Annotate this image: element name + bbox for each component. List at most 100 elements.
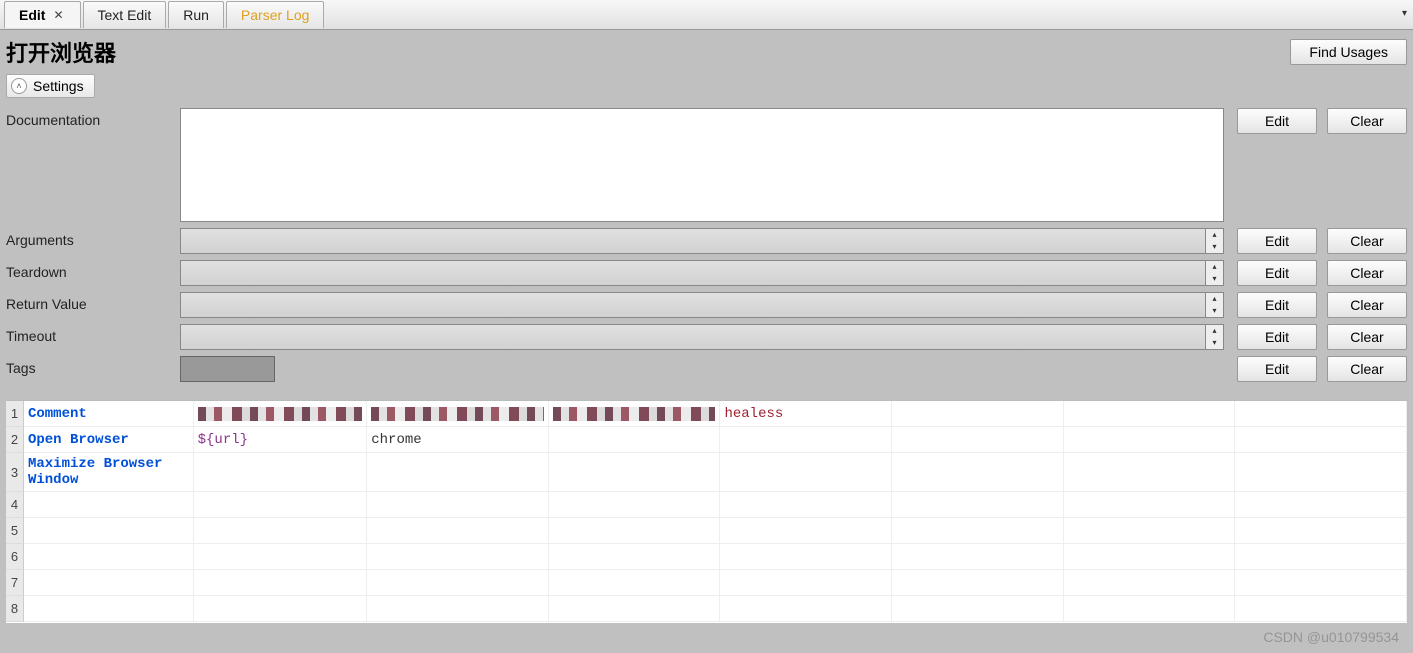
chevron-up-icon[interactable]: ▴ xyxy=(1206,325,1223,337)
grid-cell[interactable] xyxy=(367,518,549,544)
grid-cell[interactable] xyxy=(367,492,549,518)
timeout-edit-button[interactable]: Edit xyxy=(1237,324,1317,350)
grid-cell[interactable] xyxy=(194,596,368,622)
return-value-edit-button[interactable]: Edit xyxy=(1237,292,1317,318)
grid-cell[interactable] xyxy=(1235,544,1407,570)
grid-cell[interactable] xyxy=(549,492,721,518)
table-row[interactable]: 6 xyxy=(6,544,1407,570)
chevron-down-icon[interactable]: ▾ xyxy=(1206,337,1223,349)
teardown-spinner[interactable]: ▴▾ xyxy=(1206,260,1224,286)
settings-toggle[interactable]: ˄ Settings xyxy=(6,74,95,98)
documentation-input[interactable] xyxy=(180,108,1224,222)
teardown-clear-button[interactable]: Clear xyxy=(1327,260,1407,286)
grid-cell[interactable] xyxy=(194,570,368,596)
grid-cell[interactable] xyxy=(892,596,1064,622)
keyword-cell[interactable]: Comment xyxy=(24,401,194,427)
grid-cell[interactable] xyxy=(367,544,549,570)
grid-cell[interactable] xyxy=(720,518,892,544)
find-usages-button[interactable]: Find Usages xyxy=(1290,39,1407,65)
grid-cell[interactable] xyxy=(549,518,721,544)
arguments-clear-button[interactable]: Clear xyxy=(1327,228,1407,254)
timeout-spinner[interactable]: ▴▾ xyxy=(1206,324,1224,350)
grid-cell[interactable] xyxy=(549,401,721,427)
grid-cell[interactable] xyxy=(1064,596,1236,622)
table-row[interactable]: 2Open Browser${url}chrome xyxy=(6,427,1407,453)
table-row[interactable]: 7 xyxy=(6,570,1407,596)
teardown-edit-button[interactable]: Edit xyxy=(1237,260,1317,286)
chevron-down-icon[interactable]: ▾ xyxy=(1206,241,1223,253)
grid-cell[interactable] xyxy=(367,596,549,622)
grid-cell[interactable] xyxy=(720,453,892,492)
grid-cell[interactable] xyxy=(367,401,549,427)
grid-cell[interactable] xyxy=(1235,518,1407,544)
table-row[interactable]: 1Commenthealess xyxy=(6,401,1407,427)
grid-cell[interactable] xyxy=(892,427,1064,453)
grid-cell[interactable] xyxy=(549,453,721,492)
grid-cell[interactable] xyxy=(892,401,1064,427)
keyword-cell[interactable] xyxy=(24,492,194,518)
table-row[interactable]: 5 xyxy=(6,518,1407,544)
grid-cell[interactable] xyxy=(549,570,721,596)
grid-cell[interactable] xyxy=(1064,544,1236,570)
grid-cell[interactable] xyxy=(892,453,1064,492)
grid-cell[interactable]: chrome xyxy=(367,427,549,453)
tags-clear-button[interactable]: Clear xyxy=(1327,356,1407,382)
grid-cell[interactable]: ${url} xyxy=(194,427,368,453)
grid-cell[interactable] xyxy=(549,596,721,622)
grid-cell[interactable] xyxy=(549,427,721,453)
grid-cell[interactable] xyxy=(892,518,1064,544)
grid-cell[interactable] xyxy=(1235,570,1407,596)
keyword-cell[interactable] xyxy=(24,518,194,544)
chevron-down-icon[interactable]: ▾ xyxy=(1206,305,1223,317)
keyword-cell[interactable] xyxy=(24,544,194,570)
grid-cell[interactable] xyxy=(720,427,892,453)
grid-cell[interactable] xyxy=(194,453,368,492)
table-row[interactable]: 4 xyxy=(6,492,1407,518)
grid-cell[interactable] xyxy=(549,544,721,570)
timeout-clear-button[interactable]: Clear xyxy=(1327,324,1407,350)
tab-edit[interactable]: Edit ✕ xyxy=(4,1,81,28)
documentation-clear-button[interactable]: Clear xyxy=(1327,108,1407,134)
table-row[interactable]: 3Maximize Browser Window xyxy=(6,453,1407,492)
grid-cell[interactable] xyxy=(194,401,368,427)
grid-cell[interactable] xyxy=(720,492,892,518)
grid-cell[interactable] xyxy=(720,596,892,622)
keyword-cell[interactable] xyxy=(24,570,194,596)
grid-cell[interactable] xyxy=(1235,596,1407,622)
arguments-spinner[interactable]: ▴▾ xyxy=(1206,228,1224,254)
grid-cell[interactable]: healess xyxy=(720,401,892,427)
chevron-down-icon[interactable]: ▾ xyxy=(1206,273,1223,285)
timeout-input[interactable] xyxy=(180,324,1206,350)
grid-cell[interactable] xyxy=(1064,453,1236,492)
keyword-cell[interactable]: Maximize Browser Window xyxy=(24,453,194,492)
chevron-up-icon[interactable]: ▴ xyxy=(1206,293,1223,305)
return-value-clear-button[interactable]: Clear xyxy=(1327,292,1407,318)
grid-cell[interactable] xyxy=(1064,492,1236,518)
tags-input[interactable] xyxy=(180,356,275,382)
return-value-spinner[interactable]: ▴▾ xyxy=(1206,292,1224,318)
tab-run[interactable]: Run xyxy=(168,1,224,28)
grid-cell[interactable] xyxy=(367,570,549,596)
arguments-edit-button[interactable]: Edit xyxy=(1237,228,1317,254)
grid-cell[interactable] xyxy=(367,453,549,492)
teardown-input[interactable] xyxy=(180,260,1206,286)
keyword-cell[interactable]: Open Browser xyxy=(24,427,194,453)
grid-cell[interactable] xyxy=(1064,570,1236,596)
return-value-input[interactable] xyxy=(180,292,1206,318)
grid-cell[interactable] xyxy=(1064,401,1236,427)
grid-cell[interactable] xyxy=(1235,427,1407,453)
chevron-up-icon[interactable]: ▴ xyxy=(1206,229,1223,241)
grid-cell[interactable] xyxy=(1064,427,1236,453)
table-row[interactable]: 8 xyxy=(6,596,1407,622)
documentation-edit-button[interactable]: Edit xyxy=(1237,108,1317,134)
tab-text-edit[interactable]: Text Edit xyxy=(83,1,167,28)
grid-cell[interactable] xyxy=(1235,453,1407,492)
close-icon[interactable]: ✕ xyxy=(51,8,65,22)
expand-tabs-icon[interactable]: ▾ xyxy=(1402,8,1407,19)
grid-cell[interactable] xyxy=(720,544,892,570)
grid-cell[interactable] xyxy=(194,544,368,570)
tab-parser-log[interactable]: Parser Log xyxy=(226,1,324,28)
chevron-up-icon[interactable]: ▴ xyxy=(1206,261,1223,273)
grid-cell[interactable] xyxy=(1235,492,1407,518)
tags-edit-button[interactable]: Edit xyxy=(1237,356,1317,382)
